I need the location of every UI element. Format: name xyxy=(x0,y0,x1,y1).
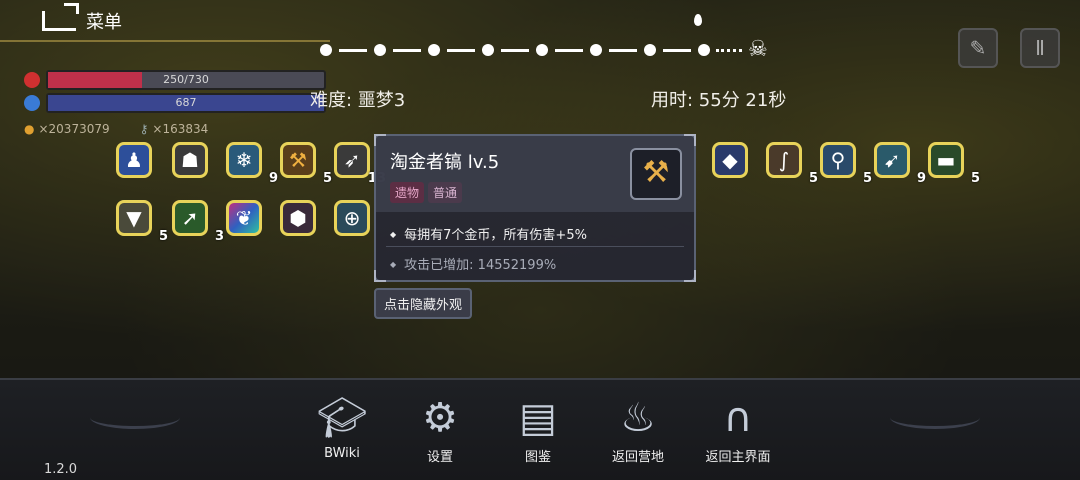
tooltip-bonus: 攻击已增加: 14552199% xyxy=(390,254,556,273)
fangs-icon: ▼ xyxy=(116,200,152,236)
tooltip-tags: 遗物 普通 xyxy=(390,182,463,203)
item-gem-amulet[interactable]: ◆ xyxy=(712,142,752,182)
divider xyxy=(0,40,330,42)
item-compass[interactable]: ⊕ xyxy=(334,200,374,240)
mp-bar: 687 xyxy=(46,93,326,113)
pickaxe-icon: ⚒ xyxy=(280,142,316,178)
tooltip-divider xyxy=(386,246,684,247)
item-arrow[interactable]: ➶ 13 xyxy=(334,142,386,186)
frost-bow-icon: ❄ xyxy=(226,142,262,178)
skull-icon: ☠ xyxy=(748,37,768,62)
item-fangs[interactable]: ▼ 5 xyxy=(116,200,168,244)
grad-cap-icon: 🎓︎ xyxy=(316,395,368,441)
return-camp-button[interactable]: ♨ 返回营地 xyxy=(598,396,678,465)
squid-icon: ♟ xyxy=(116,142,152,178)
item-belt[interactable]: ▬ 5 xyxy=(928,142,980,186)
mp-text: 687 xyxy=(175,96,197,109)
hide-appearance-button[interactable]: 点击隐藏外观 xyxy=(374,288,473,319)
ice-bow-icon: ➹ xyxy=(874,142,910,178)
heart-icon xyxy=(24,72,40,88)
item-rainbow-feather[interactable]: ❦ xyxy=(226,200,266,240)
gold-count: ×20373079 xyxy=(24,122,109,136)
item-magnifier[interactable]: ⚲ 5 xyxy=(820,142,872,186)
item-pickaxe[interactable]: ⚒ 5 xyxy=(280,142,332,186)
tooltip-title: 淘金者镐 lv.5 xyxy=(390,152,500,173)
book-icon: ▤ xyxy=(519,395,557,441)
ornament-left xyxy=(90,406,180,429)
tag-rarity: 普通 xyxy=(428,182,463,203)
ghost-statue-icon: ☗ xyxy=(172,142,208,178)
timer-label: 用时: 55分 21秒 xyxy=(651,90,787,111)
codex-button[interactable]: ▤ 图鉴 xyxy=(498,396,578,465)
settings-button[interactable]: ⚙ 设置 xyxy=(400,396,480,465)
item-hook[interactable]: ∫ 5 xyxy=(766,142,818,186)
version-label: 1.2.0 xyxy=(44,462,78,477)
dark-orb-icon: ⬢ xyxy=(280,200,316,236)
key-count: ×163834 xyxy=(140,122,208,136)
green-arrow-icon: ➚ xyxy=(172,200,208,236)
arrow-icon: ➶ xyxy=(334,142,370,178)
quill-icon: ✎ xyxy=(969,36,987,60)
hp-text: 250/730 xyxy=(163,73,209,86)
currency-row: ×20373079 ×163834 xyxy=(24,122,208,136)
return-main-button[interactable]: ∩ 返回主界面 xyxy=(698,396,778,465)
compass-icon: ⊕ xyxy=(334,200,370,236)
tooltip-effect: 每拥有7个金币，所有伤害+5% xyxy=(390,224,587,243)
back-icon xyxy=(42,3,79,31)
item-ice-bow[interactable]: ➹ 9 xyxy=(874,142,926,186)
ornament-right xyxy=(890,406,980,429)
campfire-icon: ♨ xyxy=(620,395,656,441)
gem-amulet-icon: ◆ xyxy=(712,142,748,178)
bottom-bar: 🎓︎ BWiki ⚙ 设置 ▤ 图鉴 ♨ 返回营地 ∩ 返回主界面 1.2.0 xyxy=(0,378,1080,480)
menu-button[interactable]: 菜单 xyxy=(42,3,122,34)
item-dark-orb[interactable]: ⬢ xyxy=(280,200,320,240)
bwiki-button[interactable]: 🎓︎ BWiki xyxy=(302,396,382,461)
arch-icon: ∩ xyxy=(723,395,753,441)
notes-button[interactable]: ✎ xyxy=(958,28,998,68)
gear-icon: ⚙ xyxy=(422,395,458,441)
item-frost-bow[interactable]: ❄ 9 xyxy=(226,142,278,186)
item-squid[interactable]: ♟ xyxy=(116,142,156,182)
tag-relic: 遗物 xyxy=(390,182,425,203)
hp-bar: 250/730 xyxy=(46,70,326,90)
mana-icon xyxy=(24,95,40,111)
rainbow-feather-icon: ❦ xyxy=(226,200,262,236)
hook-icon: ∫ xyxy=(766,142,802,178)
current-stage-marker xyxy=(694,14,702,26)
pause-button[interactable]: Ⅱ xyxy=(1020,28,1060,68)
item-green-arrow[interactable]: ➚ 3 xyxy=(172,200,224,244)
item-tooltip: 淘金者镐 lv.5 遗物 普通 ⚒ 每拥有7个金币，所有伤害+5% 攻击已增加:… xyxy=(374,134,696,282)
magnifier-icon: ⚲ xyxy=(820,142,856,178)
menu-label: 菜单 xyxy=(86,12,122,33)
belt-icon: ▬ xyxy=(928,142,964,178)
item-ghost-statue[interactable]: ☗ xyxy=(172,142,212,182)
stage-progress: ☠ xyxy=(320,37,768,62)
pause-icon: Ⅱ xyxy=(1035,36,1045,60)
pickaxe-icon: ⚒ xyxy=(630,148,682,200)
difficulty-label: 难度: 噩梦3 xyxy=(310,90,406,111)
